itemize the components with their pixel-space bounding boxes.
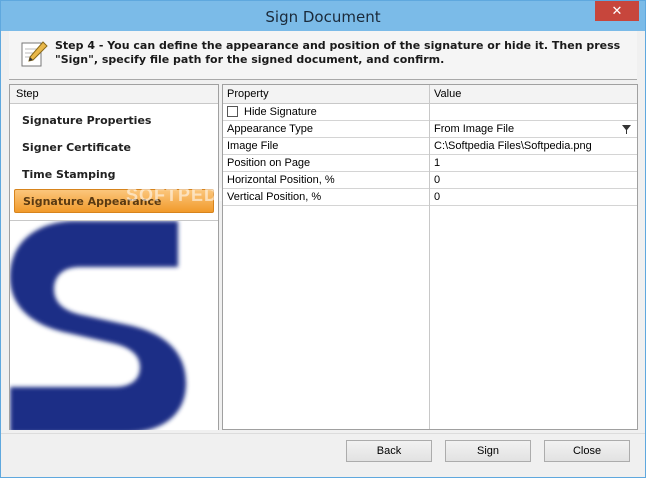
signature-preview: [10, 220, 218, 430]
column-divider: [429, 85, 430, 429]
back-button[interactable]: Back: [346, 440, 432, 462]
window-title: Sign Document: [265, 8, 381, 26]
column-header-property[interactable]: Property: [227, 85, 269, 103]
grid-header: Property Value: [223, 85, 637, 104]
steps-panel: Step Signature Properties Signer Certifi…: [9, 84, 237, 430]
property-name: Vertical Position, %: [227, 191, 322, 203]
property-name: Appearance Type: [227, 123, 314, 135]
step-signature-properties[interactable]: Signature Properties: [14, 109, 214, 133]
sign-document-window: Sign Document ✕ Step 4 - You can define …: [0, 0, 646, 478]
pen-paper-icon: [21, 41, 48, 67]
softpedia-logo-image: [10, 221, 186, 430]
dropdown-arrow-icon[interactable]: [621, 123, 632, 135]
hide-signature-label: Hide Signature: [244, 106, 317, 118]
property-name: Position on Page: [227, 157, 311, 169]
instruction-header: Step 4 - You can define the appearance a…: [9, 31, 637, 80]
grid-row-image-file[interactable]: Image File C:\Softpedia Files\Softpedia.…: [223, 138, 637, 155]
steps-header: Step: [10, 85, 218, 104]
grid-row-vertical-position[interactable]: Vertical Position, % 0: [223, 189, 637, 206]
grid-row-horizontal-position[interactable]: Horizontal Position, % 0: [223, 172, 637, 189]
vertical-position-value[interactable]: 0: [434, 189, 440, 205]
column-header-value[interactable]: Value: [434, 85, 461, 103]
hide-signature-checkbox[interactable]: [227, 106, 238, 117]
position-on-page-value[interactable]: 1: [434, 155, 440, 171]
step-time-stamping[interactable]: Time Stamping: [14, 163, 214, 187]
window-close-button[interactable]: ✕: [595, 1, 639, 21]
step-signer-certificate[interactable]: Signer Certificate: [14, 136, 214, 160]
property-name: Horizontal Position, %: [227, 174, 335, 186]
image-file-value[interactable]: C:\Softpedia Files\Softpedia.png: [434, 138, 592, 154]
property-grid: Property Value Hide Signature Appearance…: [222, 84, 638, 430]
instruction-text: Step 4 - You can define the appearance a…: [55, 39, 621, 66]
appearance-type-value[interactable]: From Image File: [434, 121, 514, 137]
footer-divider: [1, 433, 645, 434]
horizontal-position-value[interactable]: 0: [434, 172, 440, 188]
sign-button[interactable]: Sign: [445, 440, 531, 462]
hide-signature-row[interactable]: Hide Signature: [223, 104, 637, 121]
grid-row-position-on-page[interactable]: Position on Page 1: [223, 155, 637, 172]
title-bar[interactable]: Sign Document ✕: [1, 1, 645, 31]
property-name: Image File: [227, 140, 279, 152]
grid-row-appearance-type[interactable]: Appearance Type From Image File: [223, 121, 637, 138]
close-button[interactable]: Close: [544, 440, 630, 462]
